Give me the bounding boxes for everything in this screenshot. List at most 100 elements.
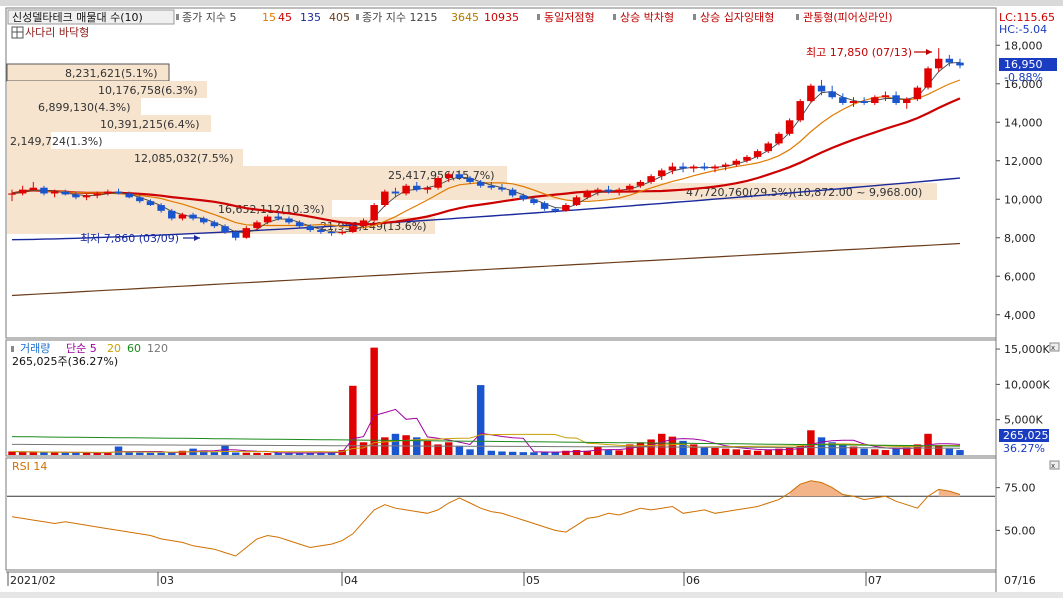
candle-body	[807, 85, 815, 102]
legend-item-6: 3645	[451, 11, 479, 24]
candle-body	[647, 176, 655, 182]
candle-body	[721, 164, 730, 167]
volume-profile-label: 47,720,760(29.5%)(10,872.00 ~ 9,968.00)	[686, 186, 922, 199]
volume-bar	[498, 451, 506, 455]
candle-body	[50, 191, 59, 194]
candle-body	[583, 191, 591, 198]
candle-body	[934, 58, 943, 69]
candle-body	[679, 166, 687, 169]
candle-body	[572, 197, 581, 206]
low-label: 최저 7,860 (03/09)	[80, 232, 179, 245]
volume-bar	[391, 433, 400, 455]
volume-profile-label: 6,899,130(4.3%)	[38, 101, 131, 114]
volume-bar	[370, 347, 378, 455]
candle-body	[508, 189, 517, 196]
rsi-tick-label: 50.00	[1004, 524, 1036, 537]
legend-item-2: 45	[278, 11, 292, 24]
candle-body	[168, 210, 176, 219]
candle-body	[775, 133, 783, 144]
volume-bar	[839, 445, 847, 455]
volume-bar	[402, 435, 410, 455]
legend-item-7: 10935	[484, 11, 519, 24]
candle-body	[444, 174, 453, 179]
candle-body	[317, 230, 325, 232]
x-tick-label: 05	[526, 574, 540, 587]
candle-body	[658, 170, 666, 177]
candle-body	[860, 101, 868, 103]
candle-body	[924, 68, 932, 88]
volume-legend-item-1: 단순 5	[66, 342, 97, 355]
candle-body	[668, 166, 677, 171]
legend-item-3: 135	[300, 11, 321, 24]
candle-body	[892, 95, 900, 103]
volume-bar	[242, 452, 251, 455]
pattern-bullet-icon	[693, 14, 696, 20]
volume-legend-item-2: 20	[107, 342, 121, 355]
legend-item-0: 종가 지수 5	[182, 11, 236, 24]
volume-profile-label: 12,085,032(7.5%)	[134, 152, 234, 165]
pattern-item-3: 관통형(피어싱라인)	[803, 11, 893, 24]
candle-body	[945, 58, 954, 63]
current-price: 16,950	[1004, 58, 1043, 71]
volume-bar	[530, 452, 538, 455]
candle-body	[413, 185, 421, 190]
legend-bullet-icon	[356, 14, 359, 20]
candle-body	[349, 226, 357, 232]
pattern2-label: 사다리 바닥형	[25, 26, 89, 39]
volume-bar	[487, 450, 496, 455]
candle-body	[785, 120, 794, 134]
pattern-bullet-icon	[613, 14, 616, 20]
candle-body	[125, 193, 133, 198]
volume-legend-item-3: 60	[127, 342, 141, 355]
volume-bar	[50, 452, 59, 455]
current-change: -0.88%	[1004, 71, 1043, 84]
legend-item-1: 15	[262, 11, 276, 24]
volume-bar	[604, 450, 613, 455]
candle-body	[8, 193, 16, 195]
candle-body	[18, 189, 27, 194]
candle-body	[82, 195, 91, 198]
volume-bar	[817, 437, 826, 455]
candle-body	[753, 151, 762, 157]
volume-bar	[572, 450, 581, 455]
volume-bar	[658, 433, 666, 455]
volume-bar	[700, 446, 709, 455]
volume-bar	[892, 448, 900, 455]
candle-body	[796, 101, 804, 121]
volume-bar	[934, 445, 943, 455]
candle-body	[93, 193, 101, 196]
horizontal-scrollbar[interactable]	[0, 592, 1063, 598]
volume-bar	[540, 452, 549, 455]
pattern-item-1: 상승 박차형	[620, 11, 674, 24]
volume-bar	[40, 452, 48, 455]
volume-bar	[253, 452, 261, 455]
price-tick-label: 8,000	[1004, 232, 1036, 245]
candle-body	[881, 95, 890, 98]
candle-body	[200, 218, 208, 223]
candle-body	[594, 189, 602, 192]
candle-body	[423, 187, 432, 190]
volume-bar	[807, 430, 815, 455]
candle-body	[29, 187, 38, 190]
volume-tick-label: 10,000K	[1004, 378, 1050, 391]
rsi-label: RSI 14	[12, 460, 47, 473]
volume-bar	[945, 448, 954, 455]
candle-body	[711, 166, 719, 169]
pattern-item-0: 동일저점형	[544, 10, 595, 24]
candle-body	[178, 214, 187, 219]
candle-body	[743, 156, 751, 161]
volume-bar	[466, 449, 474, 455]
candle-body	[689, 166, 698, 169]
volume-bar	[871, 449, 879, 455]
candle-body	[327, 231, 336, 234]
volume-bar	[860, 448, 868, 455]
candle-body	[210, 222, 219, 227]
volume-tick-label: 5,000K	[1004, 414, 1043, 427]
candle-body	[434, 178, 442, 188]
legend-bullet-icon	[176, 14, 179, 20]
volume-bar	[519, 452, 528, 455]
candle-body	[839, 97, 847, 103]
candle-body	[242, 228, 251, 238]
volume-bar	[263, 453, 272, 455]
rsi-panel-close-icon: x	[1051, 462, 1055, 470]
